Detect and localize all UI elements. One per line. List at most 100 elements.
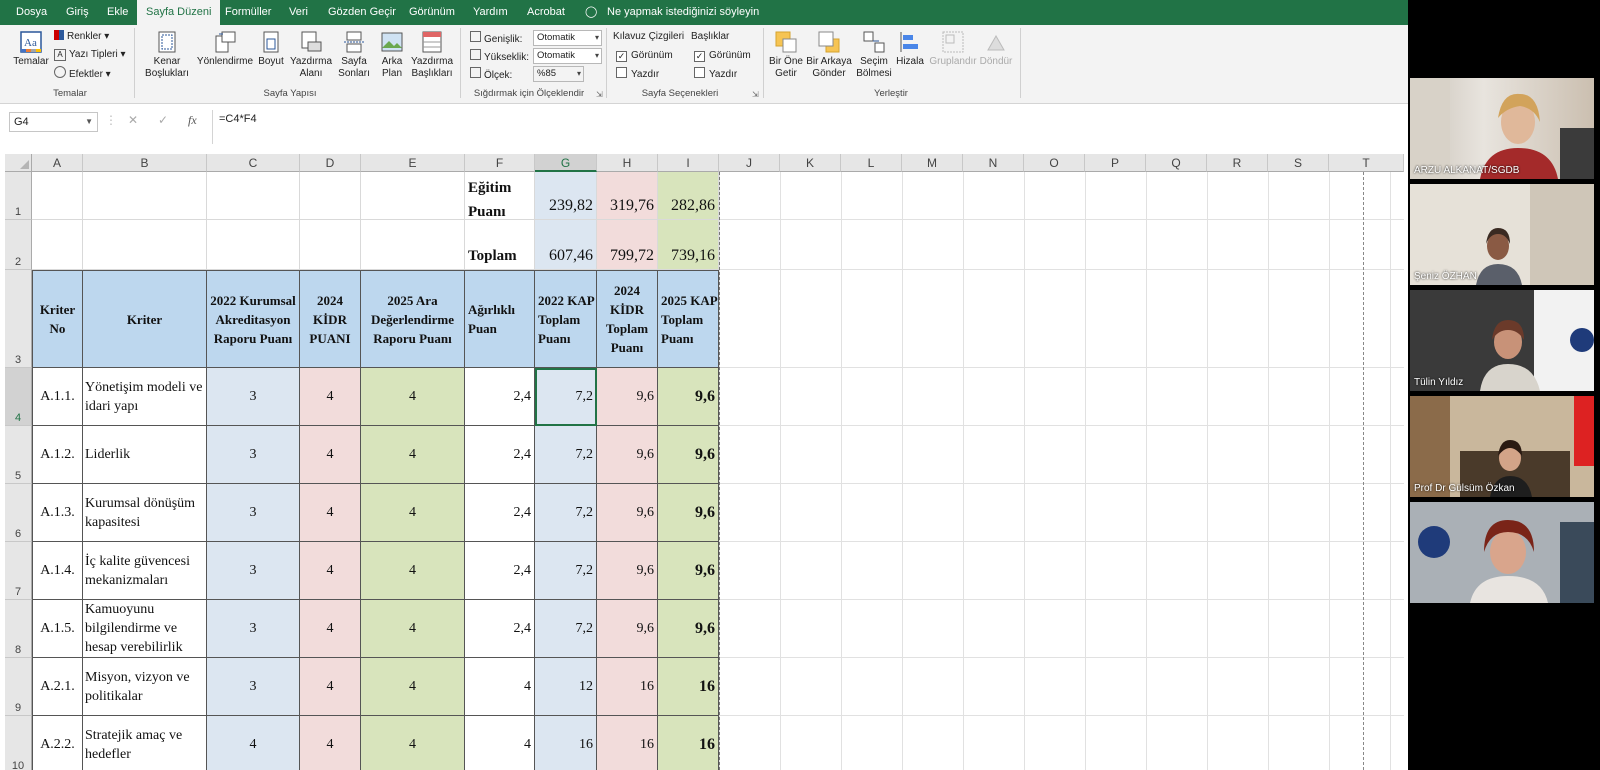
- cell-2022-puan[interactable]: 3: [207, 542, 300, 600]
- cell-i2[interactable]: 739,16: [658, 220, 719, 270]
- dialog-launcher-icon[interactable]: ⇲: [596, 88, 603, 102]
- cell-2025-puan[interactable]: 4: [361, 484, 465, 542]
- column-header-h[interactable]: H: [597, 154, 658, 172]
- enter-check-icon[interactable]: ✓: [158, 113, 168, 127]
- cell-2024-toplam[interactable]: 16: [597, 658, 658, 716]
- cell-2025-toplam[interactable]: 9,6: [658, 542, 719, 600]
- row-header-3[interactable]: 3: [5, 270, 32, 368]
- cell-2024-puan[interactable]: 4: [300, 716, 361, 770]
- width-select[interactable]: Otomatik: [533, 30, 602, 46]
- scale-spinner[interactable]: %85: [533, 66, 584, 82]
- colors-button[interactable]: Renkler ▾: [54, 30, 109, 44]
- effects-button[interactable]: Efektler ▾: [54, 66, 111, 82]
- cell-kriter[interactable]: Yönetişim modeli ve idari yapı: [83, 368, 207, 426]
- participant-video-tile[interactable]: Prof Dr Gülsüm Özkan: [1410, 396, 1594, 497]
- cell-2025-toplam[interactable]: 9,6: [658, 368, 719, 426]
- cell-kriter-no[interactable]: A.1.1.: [32, 368, 83, 426]
- cell-2025-puan[interactable]: 4: [361, 658, 465, 716]
- cell-2025-toplam[interactable]: 9,6: [658, 426, 719, 484]
- cell-a2[interactable]: [32, 220, 83, 270]
- send-backward-button[interactable]: Bir Arkaya Gönder: [806, 30, 852, 80]
- row-header-5[interactable]: 5: [5, 426, 32, 484]
- size-button[interactable]: Boyut: [256, 30, 286, 68]
- row-header-1[interactable]: 1: [5, 172, 32, 220]
- column-header-l[interactable]: L: [841, 154, 902, 172]
- tab-dosya[interactable]: Dosya: [16, 0, 47, 25]
- cell-2025-puan[interactable]: 4: [361, 542, 465, 600]
- cell-2024-puan[interactable]: 4: [300, 658, 361, 716]
- cell-g4-selected[interactable]: 7,2: [535, 368, 597, 426]
- header-2022-kurumsal[interactable]: 2022 Kurumsal Akreditasyon Raporu Puanı: [207, 270, 300, 368]
- cell-agirlikli[interactable]: 2,4: [465, 484, 535, 542]
- column-header-n[interactable]: N: [963, 154, 1024, 172]
- cell-a1[interactable]: [32, 172, 83, 220]
- cell-2024-toplam[interactable]: 9,6: [597, 600, 658, 658]
- formula-input[interactable]: =C4*F4: [212, 110, 1408, 144]
- rotate-button[interactable]: Döndür: [978, 30, 1014, 68]
- cell-2022-puan[interactable]: 3: [207, 484, 300, 542]
- column-header-e[interactable]: E: [361, 154, 465, 172]
- tab-yardim[interactable]: Yardım: [473, 0, 508, 25]
- headings-print-checkbox[interactable]: Yazdır: [694, 67, 737, 82]
- tab-gozden-gecir[interactable]: Gözden Geçir: [328, 0, 396, 25]
- tell-me-search[interactable]: Ne yapmak istediğinizi söyleyin: [607, 0, 759, 25]
- tab-ekle[interactable]: Ekle: [107, 0, 128, 25]
- cell-2025-puan[interactable]: 4: [361, 426, 465, 484]
- cell-2024-puan[interactable]: 4: [300, 426, 361, 484]
- dialog-launcher-icon[interactable]: ⇲: [752, 88, 759, 102]
- bring-forward-button[interactable]: Bir Öne Getir: [768, 30, 804, 80]
- cell-agirlikli[interactable]: 2,4: [465, 426, 535, 484]
- row-header-2[interactable]: 2: [5, 220, 32, 270]
- cell-agirlikli[interactable]: 2,4: [465, 368, 535, 426]
- cell-b2[interactable]: [83, 220, 207, 270]
- cancel-icon[interactable]: ✕: [128, 113, 138, 127]
- selection-pane-button[interactable]: Seçim Bölmesi: [856, 30, 892, 80]
- header-kriter[interactable]: Kriter: [83, 270, 207, 368]
- cell-kriter[interactable]: Stratejik amaç ve hedefler: [83, 716, 207, 770]
- cell-2024-puan[interactable]: 4: [300, 368, 361, 426]
- row-header-4[interactable]: 4: [5, 368, 32, 426]
- participant-video-tile[interactable]: [1410, 502, 1594, 603]
- cell-b1[interactable]: [83, 172, 207, 220]
- margins-button[interactable]: Kenar Boşlukları: [140, 30, 194, 80]
- cell-kriter[interactable]: İç kalite güvencesi mekanizmaları: [83, 542, 207, 600]
- tab-gorunum[interactable]: Görünüm: [409, 0, 455, 25]
- cell-2025-toplam[interactable]: 16: [658, 658, 719, 716]
- column-header-o[interactable]: O: [1024, 154, 1085, 172]
- cell-2025-puan[interactable]: 4: [361, 716, 465, 770]
- cell-2024-toplam[interactable]: 9,6: [597, 426, 658, 484]
- tab-formuller[interactable]: Formüller: [225, 0, 271, 25]
- header-2024-kidr-toplam[interactable]: 2024 KİDR Toplam Puanı: [597, 270, 658, 368]
- column-header-r[interactable]: R: [1207, 154, 1268, 172]
- cell-c1[interactable]: [207, 172, 300, 220]
- column-header-s[interactable]: S: [1268, 154, 1329, 172]
- cell-kriter-no[interactable]: A.2.2.: [32, 716, 83, 770]
- cell-agirlikli[interactable]: 4: [465, 716, 535, 770]
- cell-f2-toplam[interactable]: Toplam: [465, 220, 535, 270]
- header-2025-kap-toplam[interactable]: 2025 KAP Toplam Puanı: [658, 270, 719, 368]
- column-header-j[interactable]: J: [719, 154, 780, 172]
- background-button[interactable]: Arka Plan: [376, 30, 408, 80]
- align-button[interactable]: Hizala: [893, 30, 927, 68]
- select-all-corner[interactable]: [5, 154, 32, 172]
- participant-video-tile[interactable]: ARZU ALKANAT/SGDB: [1410, 78, 1594, 179]
- cell-2024-puan[interactable]: 4: [300, 542, 361, 600]
- cell-d2[interactable]: [300, 220, 361, 270]
- cell-2022-puan[interactable]: 3: [207, 368, 300, 426]
- row-header-9[interactable]: 9: [5, 658, 32, 716]
- tab-acrobat[interactable]: Acrobat: [527, 0, 565, 25]
- cell-2022-toplam[interactable]: 16: [535, 716, 597, 770]
- cell-2024-puan[interactable]: 4: [300, 600, 361, 658]
- cell-2022-toplam[interactable]: 7,2: [535, 600, 597, 658]
- column-header-a[interactable]: A: [32, 154, 83, 172]
- themes-button[interactable]: Aa Temalar: [12, 30, 50, 68]
- cell-h1[interactable]: 319,76: [597, 172, 658, 220]
- cell-2022-puan[interactable]: 4: [207, 716, 300, 770]
- column-header-p[interactable]: P: [1085, 154, 1146, 172]
- group-button[interactable]: Gruplandır: [928, 30, 978, 68]
- row-header-7[interactable]: 7: [5, 542, 32, 600]
- tab-veri[interactable]: Veri: [289, 0, 308, 25]
- print-area-button[interactable]: Yazdırma Alanı: [289, 30, 333, 80]
- headings-view-checkbox[interactable]: ✓ Görünüm: [694, 49, 751, 63]
- cell-2025-puan[interactable]: 4: [361, 368, 465, 426]
